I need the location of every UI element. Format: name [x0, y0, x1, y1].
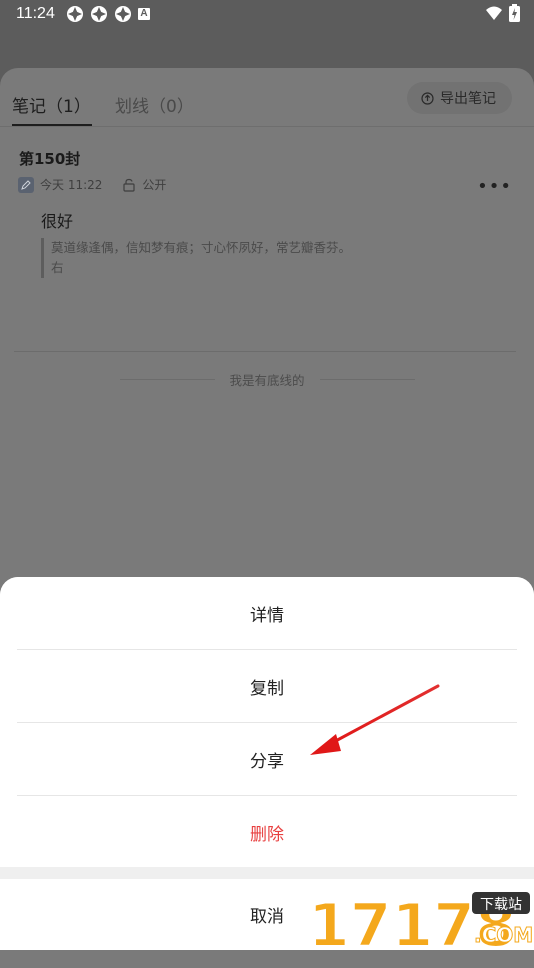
copy-option[interactable]: 复制: [0, 650, 534, 722]
note-title: 第150封: [19, 150, 81, 168]
tab-highlights[interactable]: 划线（0）: [115, 92, 194, 117]
note-visibility: 公开: [142, 178, 167, 192]
site-watermark: 17178 下载站 .COM: [308, 890, 534, 950]
pen-icon: [18, 176, 34, 193]
status-icons-right: [485, 4, 520, 22]
action-sheet-options: 详情 复制 分享 删除: [0, 577, 534, 867]
note-content: 很好: [41, 212, 74, 231]
unlock-icon: [123, 178, 136, 192]
app-icon: [115, 6, 131, 22]
a-badge-icon: A: [138, 8, 150, 20]
watermark-tag: 下载站: [480, 897, 522, 913]
export-notes-label: 导出笔记: [440, 91, 496, 107]
end-of-list: 我是有底线的: [0, 370, 534, 390]
details-option[interactable]: 详情: [0, 577, 534, 649]
watermark-sub: .COM: [474, 923, 533, 947]
note-quote: 莫道缘逢偶，信知梦有痕；寸心怀夙好，常艺瓣香芬。 右: [41, 238, 391, 278]
note-meta: 今天 11:22 公开: [18, 176, 166, 193]
end-line-right: [320, 379, 415, 380]
quote-line-1: 莫道缘逢偶，信知梦有痕；寸心怀夙好，常艺瓣香芬。: [51, 240, 352, 255]
status-icons-left: A: [66, 5, 150, 23]
tab-bar: 笔记（1） 划线（0） 导出笔记: [0, 68, 534, 127]
export-icon: [421, 91, 434, 105]
delete-option[interactable]: 删除: [0, 796, 534, 868]
wifi-icon: [486, 6, 502, 20]
status-time: 11:24: [16, 5, 55, 22]
quote-line-2: 右: [51, 260, 64, 275]
app-icon: [91, 6, 107, 22]
end-of-list-text: 我是有底线的: [229, 373, 305, 388]
share-option[interactable]: 分享: [0, 723, 534, 795]
app-icon: [67, 6, 83, 22]
tab-notes[interactable]: 笔记（1）: [12, 92, 91, 117]
tab-active-indicator: [12, 124, 92, 126]
battery-charging-icon: [509, 4, 520, 22]
more-options-icon[interactable]: •••: [477, 176, 512, 197]
divider: [14, 351, 516, 352]
note-time: 今天 11:22: [40, 178, 103, 192]
export-notes-button[interactable]: 导出笔记: [407, 82, 512, 114]
status-bar: 11:24 A: [0, 0, 534, 30]
